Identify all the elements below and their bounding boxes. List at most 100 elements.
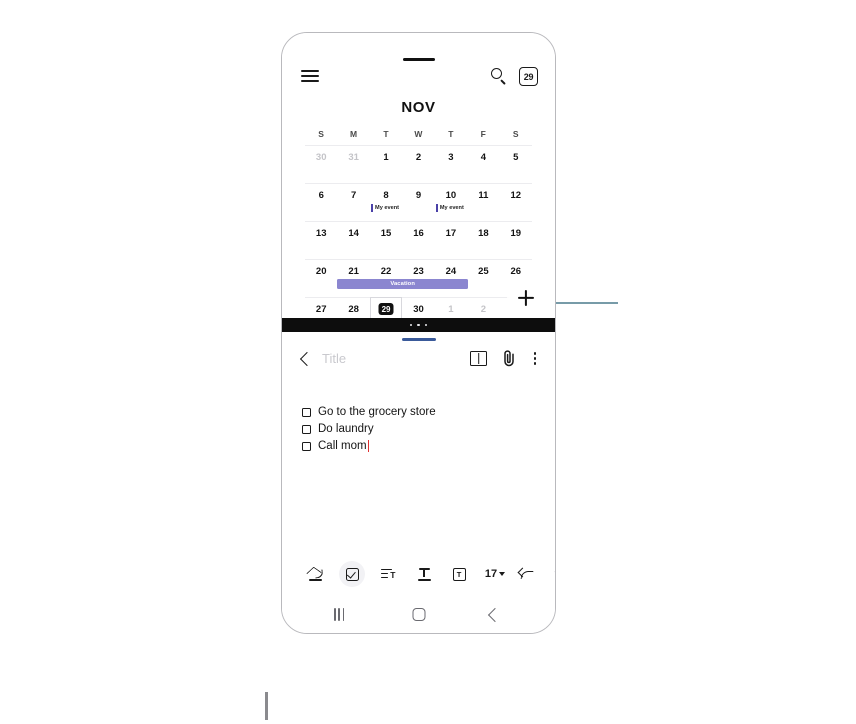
selected-day-cell[interactable]: 29	[369, 297, 403, 318]
add-event-button[interactable]	[507, 279, 545, 317]
day-number: 8	[383, 190, 389, 201]
paragraph-style-button[interactable]: T	[375, 561, 401, 587]
day-cell[interactable]: 27	[305, 298, 337, 318]
day-number: 1	[383, 152, 389, 163]
font-size-selector[interactable]: 17	[478, 561, 512, 587]
page-tick-mark	[265, 692, 268, 720]
day-number: 18	[478, 228, 489, 239]
notes-drag-handle[interactable]	[401, 338, 436, 342]
dow-fri: F	[480, 129, 487, 139]
day-number: 5	[513, 152, 519, 163]
phone-device-frame: 29 NOV S M T W T F S 30 31 1 2 3 4 5 6 7…	[281, 32, 556, 634]
vacation-event-bar[interactable]: Vacation	[337, 279, 468, 289]
day-cell[interactable]: 7	[337, 184, 369, 221]
day-cell[interactable]: 18	[467, 222, 499, 259]
event-title: My event	[375, 204, 399, 211]
day-cell[interactable]: 31	[337, 146, 369, 183]
dow-wed: W	[414, 129, 423, 139]
back-icon[interactable]	[487, 607, 503, 623]
chevron-down-icon	[499, 572, 506, 576]
redo-button[interactable]	[547, 561, 555, 587]
checklist-item[interactable]: Go to the grocery store	[302, 404, 535, 421]
more-options-icon[interactable]	[533, 350, 537, 367]
undo-button[interactable]	[514, 561, 540, 587]
checklist-item-label: Do laundry	[318, 423, 374, 436]
checkbox[interactable]	[302, 407, 311, 417]
day-cell[interactable]: 10 My event	[435, 184, 467, 221]
dow-tue: T	[383, 129, 389, 139]
day-cell[interactable]: 4	[467, 146, 499, 183]
paperclip-icon[interactable]	[501, 350, 517, 367]
checkbox[interactable]	[302, 441, 311, 451]
day-number: 10	[445, 190, 457, 201]
day-cell[interactable]: 16	[402, 222, 434, 259]
book-view-icon[interactable]	[470, 351, 487, 366]
recent-apps-icon[interactable]	[334, 608, 348, 621]
calendar-drag-handle[interactable]	[402, 58, 435, 61]
split-screen-divider-handle[interactable]	[282, 318, 555, 332]
day-cell[interactable]: 30	[305, 146, 337, 183]
day-number: 14	[348, 228, 359, 239]
day-number: 1	[448, 304, 454, 315]
day-number: 12	[510, 190, 522, 201]
calendar-week-row: 30 31 1 2 3 4 5	[305, 145, 532, 183]
day-cell[interactable]: 14	[337, 222, 369, 259]
day-cell[interactable]: 2	[467, 298, 499, 318]
calendar-week-row: 27 28 30 1 2 29	[305, 297, 532, 318]
back-chevron-icon[interactable]	[299, 351, 315, 367]
day-cell[interactable]: 11	[467, 184, 499, 221]
checklist-item[interactable]: Call mom	[302, 438, 535, 455]
day-number: 21	[348, 266, 359, 277]
day-cell[interactable]: 12	[500, 184, 532, 221]
day-cell[interactable]: 1	[370, 146, 402, 183]
day-cell[interactable]: 17	[435, 222, 467, 259]
hamburger-menu-icon[interactable]	[301, 70, 319, 83]
today-badge[interactable]: 29	[519, 67, 538, 86]
checkbox[interactable]	[302, 424, 311, 434]
home-icon[interactable]	[412, 608, 425, 621]
day-number: 26	[510, 266, 522, 277]
day-cell[interactable]: 20	[305, 260, 337, 297]
day-cell[interactable]: 25	[467, 260, 499, 297]
selected-day-number: 29	[378, 303, 394, 315]
note-title-input[interactable]: Title	[322, 348, 442, 370]
text-format-button[interactable]	[411, 561, 437, 587]
day-cell[interactable]: 30	[402, 298, 434, 318]
day-number: 9	[415, 190, 422, 201]
day-number: 27	[315, 304, 327, 315]
day-cell[interactable]: 1	[435, 298, 467, 318]
event-title: My event	[439, 204, 464, 211]
handwriting-pen-tool-button[interactable]	[303, 561, 329, 587]
dow-sat: S	[512, 129, 519, 139]
day-cell[interactable]: 6	[305, 184, 337, 221]
text-format-icon	[417, 567, 431, 581]
calendar-week-row: 20 21 22 23 24 25 26 Vacation	[305, 259, 532, 297]
day-cell[interactable]: 5	[500, 146, 532, 183]
day-number: 24	[445, 266, 457, 277]
calendar-week-row: 6 7 8 My event 9 10 My event 11 12	[305, 183, 532, 221]
day-number: 20	[315, 266, 327, 277]
checklist-tool-button[interactable]	[339, 561, 365, 587]
day-of-week-header: S M T W T F S	[305, 129, 532, 139]
day-cell[interactable]: 3	[435, 146, 467, 183]
system-navigation-bar	[282, 599, 555, 633]
day-cell[interactable]: 19	[500, 222, 532, 259]
search-icon[interactable]	[491, 68, 508, 85]
day-number: 4	[480, 152, 486, 163]
calendar-header: 29	[282, 65, 555, 95]
screenshot-canvas: 29 NOV S M T W T F S 30 31 1 2 3 4 5 6 7…	[0, 0, 856, 724]
font-size-value: 17	[485, 568, 506, 580]
day-number: 31	[348, 152, 359, 163]
calendar-weeks: 30 31 1 2 3 4 5 6 7 8 My event 9 10 My e…	[305, 145, 532, 318]
day-number: 30	[413, 304, 424, 315]
event-color-bar	[435, 203, 438, 212]
text-box-button[interactable]: T	[446, 561, 472, 587]
day-cell[interactable]: 2	[402, 146, 434, 183]
day-cell[interactable]: 13	[305, 222, 337, 259]
day-cell[interactable]: 15	[370, 222, 402, 259]
day-cell[interactable]: 28	[337, 298, 369, 318]
day-cell[interactable]: 9	[402, 184, 434, 221]
checklist-item[interactable]: Do laundry	[302, 421, 535, 438]
day-cell[interactable]: 8 My event	[370, 184, 402, 221]
day-number: 23	[413, 266, 424, 277]
